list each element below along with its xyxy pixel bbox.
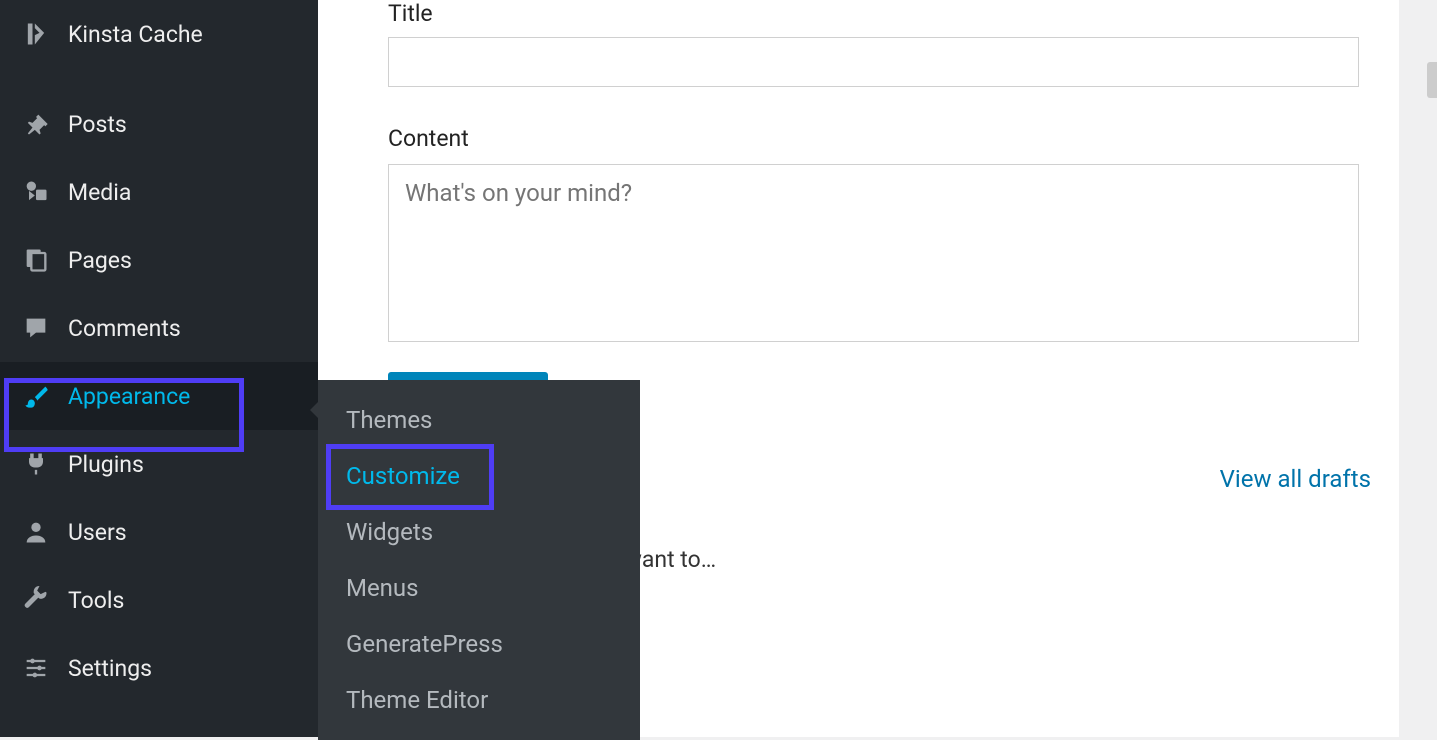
kinsta-icon <box>18 16 54 52</box>
sidebar-item-kinsta-cache[interactable]: Kinsta Cache <box>0 0 318 68</box>
content-textarea[interactable] <box>388 164 1359 342</box>
sidebar-item-comments[interactable]: Comments <box>0 294 318 362</box>
appearance-submenu: Themes Customize Widgets Menus GenerateP… <box>318 380 640 740</box>
view-all-drafts-link[interactable]: View all drafts <box>1220 465 1371 493</box>
media-icon <box>18 174 54 210</box>
submenu-item-themes[interactable]: Themes <box>318 392 640 448</box>
content-field-label: Content <box>388 125 1359 152</box>
submenu-item-theme-editor[interactable]: Theme Editor <box>318 672 640 728</box>
sidebar-item-users[interactable]: Users <box>0 498 318 566</box>
sidebar-item-settings[interactable]: Settings <box>0 634 318 702</box>
submenu-item-customize[interactable]: Customize <box>318 448 640 504</box>
sidebar-item-tools[interactable]: Tools <box>0 566 318 634</box>
sidebar-item-label: Comments <box>68 315 181 342</box>
sidebar-item-plugins[interactable]: Plugins <box>0 430 318 498</box>
pin-icon <box>18 106 54 142</box>
submenu-item-menus[interactable]: Menus <box>318 560 640 616</box>
scrollbar-handle[interactable] <box>1427 62 1437 98</box>
title-field-label: Title <box>388 0 1359 27</box>
sidebar-item-label: Appearance <box>68 383 190 410</box>
brush-icon <box>18 378 54 414</box>
pages-icon <box>18 242 54 278</box>
right-gutter <box>1399 0 1437 737</box>
sidebar-item-label: Plugins <box>68 451 144 478</box>
title-input[interactable] <box>388 37 1359 87</box>
sidebar-item-label: Media <box>68 179 131 206</box>
submenu-item-generatepress[interactable]: GeneratePress <box>318 616 640 672</box>
sidebar-item-posts[interactable]: Posts <box>0 90 318 158</box>
sidebar-item-label: Kinsta Cache <box>68 21 203 48</box>
wrench-icon <box>18 582 54 618</box>
sidebar-item-appearance[interactable]: Appearance <box>0 362 318 430</box>
sidebar-item-label: Pages <box>68 247 132 274</box>
sidebar-item-label: Tools <box>68 587 124 614</box>
sidebar-item-label: Posts <box>68 111 127 138</box>
sidebar-item-pages[interactable]: Pages <box>0 226 318 294</box>
sidebar-item-label: Settings <box>68 655 152 682</box>
sidebar-item-media[interactable]: Media <box>0 158 318 226</box>
admin-sidebar: Kinsta Cache Posts Media Pages Comments … <box>0 0 318 737</box>
user-icon <box>18 514 54 550</box>
comment-icon <box>18 310 54 346</box>
sidebar-item-label: Users <box>68 519 127 546</box>
sliders-icon <box>18 650 54 686</box>
plug-icon <box>18 446 54 482</box>
submenu-item-widgets[interactable]: Widgets <box>318 504 640 560</box>
